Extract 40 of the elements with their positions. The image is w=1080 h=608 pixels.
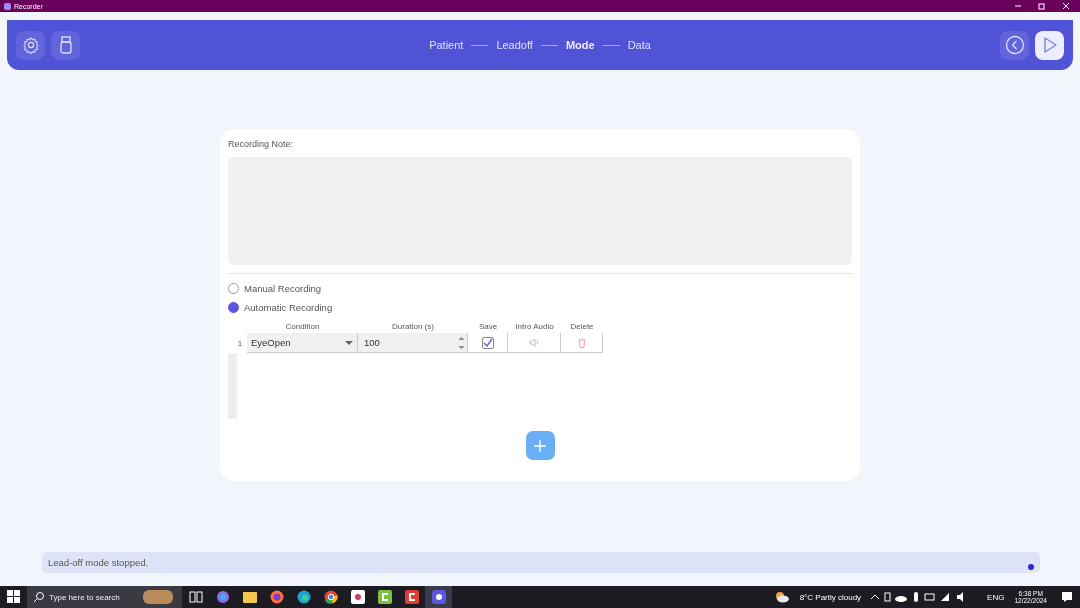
close-button[interactable]: [1062, 2, 1070, 10]
save-checkbox[interactable]: [481, 336, 494, 349]
status-dot: [1028, 564, 1034, 570]
search-field[interactable]: Type here to search: [49, 592, 139, 602]
language-indicator[interactable]: ENG: [983, 592, 1009, 602]
back-icon: [1004, 35, 1025, 55]
search-highlight-drawing: [143, 590, 173, 604]
app-icon: [4, 2, 11, 10]
radio-label[interactable]: Automatic Recording: [244, 302, 333, 313]
row-number: 1: [236, 338, 244, 348]
column-header: Condition: [284, 321, 321, 331]
plus-icon: [533, 438, 547, 453]
spinner-arrows-icon[interactable]: [458, 334, 465, 351]
radio-button[interactable]: [228, 302, 239, 313]
step-tab[interactable]: Patient: [429, 39, 464, 51]
column-header: Duration (s): [391, 321, 435, 331]
search-icon: [33, 591, 45, 603]
recorder-taskbar-icon[interactable]: [425, 586, 452, 608]
step-tab[interactable]: Data: [627, 39, 651, 51]
windows-icon: [6, 590, 21, 604]
restore-button[interactable]: [1038, 2, 1046, 10]
next-button[interactable]: [1035, 30, 1064, 60]
step-tab[interactable]: Leadoff: [496, 39, 533, 51]
condition-dropdown[interactable]: EyeOpen: [247, 333, 358, 353]
duration-field[interactable]: 100: [358, 333, 468, 353]
settings-icon: [21, 36, 40, 54]
settings-button[interactable]: [16, 30, 45, 60]
usb-button[interactable]: [51, 30, 80, 60]
column-header: Intro Audio: [514, 321, 555, 331]
status-message: Lead-off mode stopped.: [48, 557, 149, 568]
back-button[interactable]: [1000, 30, 1029, 60]
column-header: Delete: [569, 321, 595, 331]
column-header: Save: [477, 321, 499, 331]
step-tab[interactable]: Mode: [565, 39, 595, 51]
minimize-button[interactable]: [1014, 2, 1022, 10]
note-label: Recording Note:: [228, 139, 295, 149]
caret-icon: [345, 340, 353, 345]
radio-label[interactable]: Manual Recording: [244, 283, 322, 294]
weather-text: 8°C Partly cloudy: [798, 592, 863, 602]
usb-drive-icon: [58, 36, 73, 54]
